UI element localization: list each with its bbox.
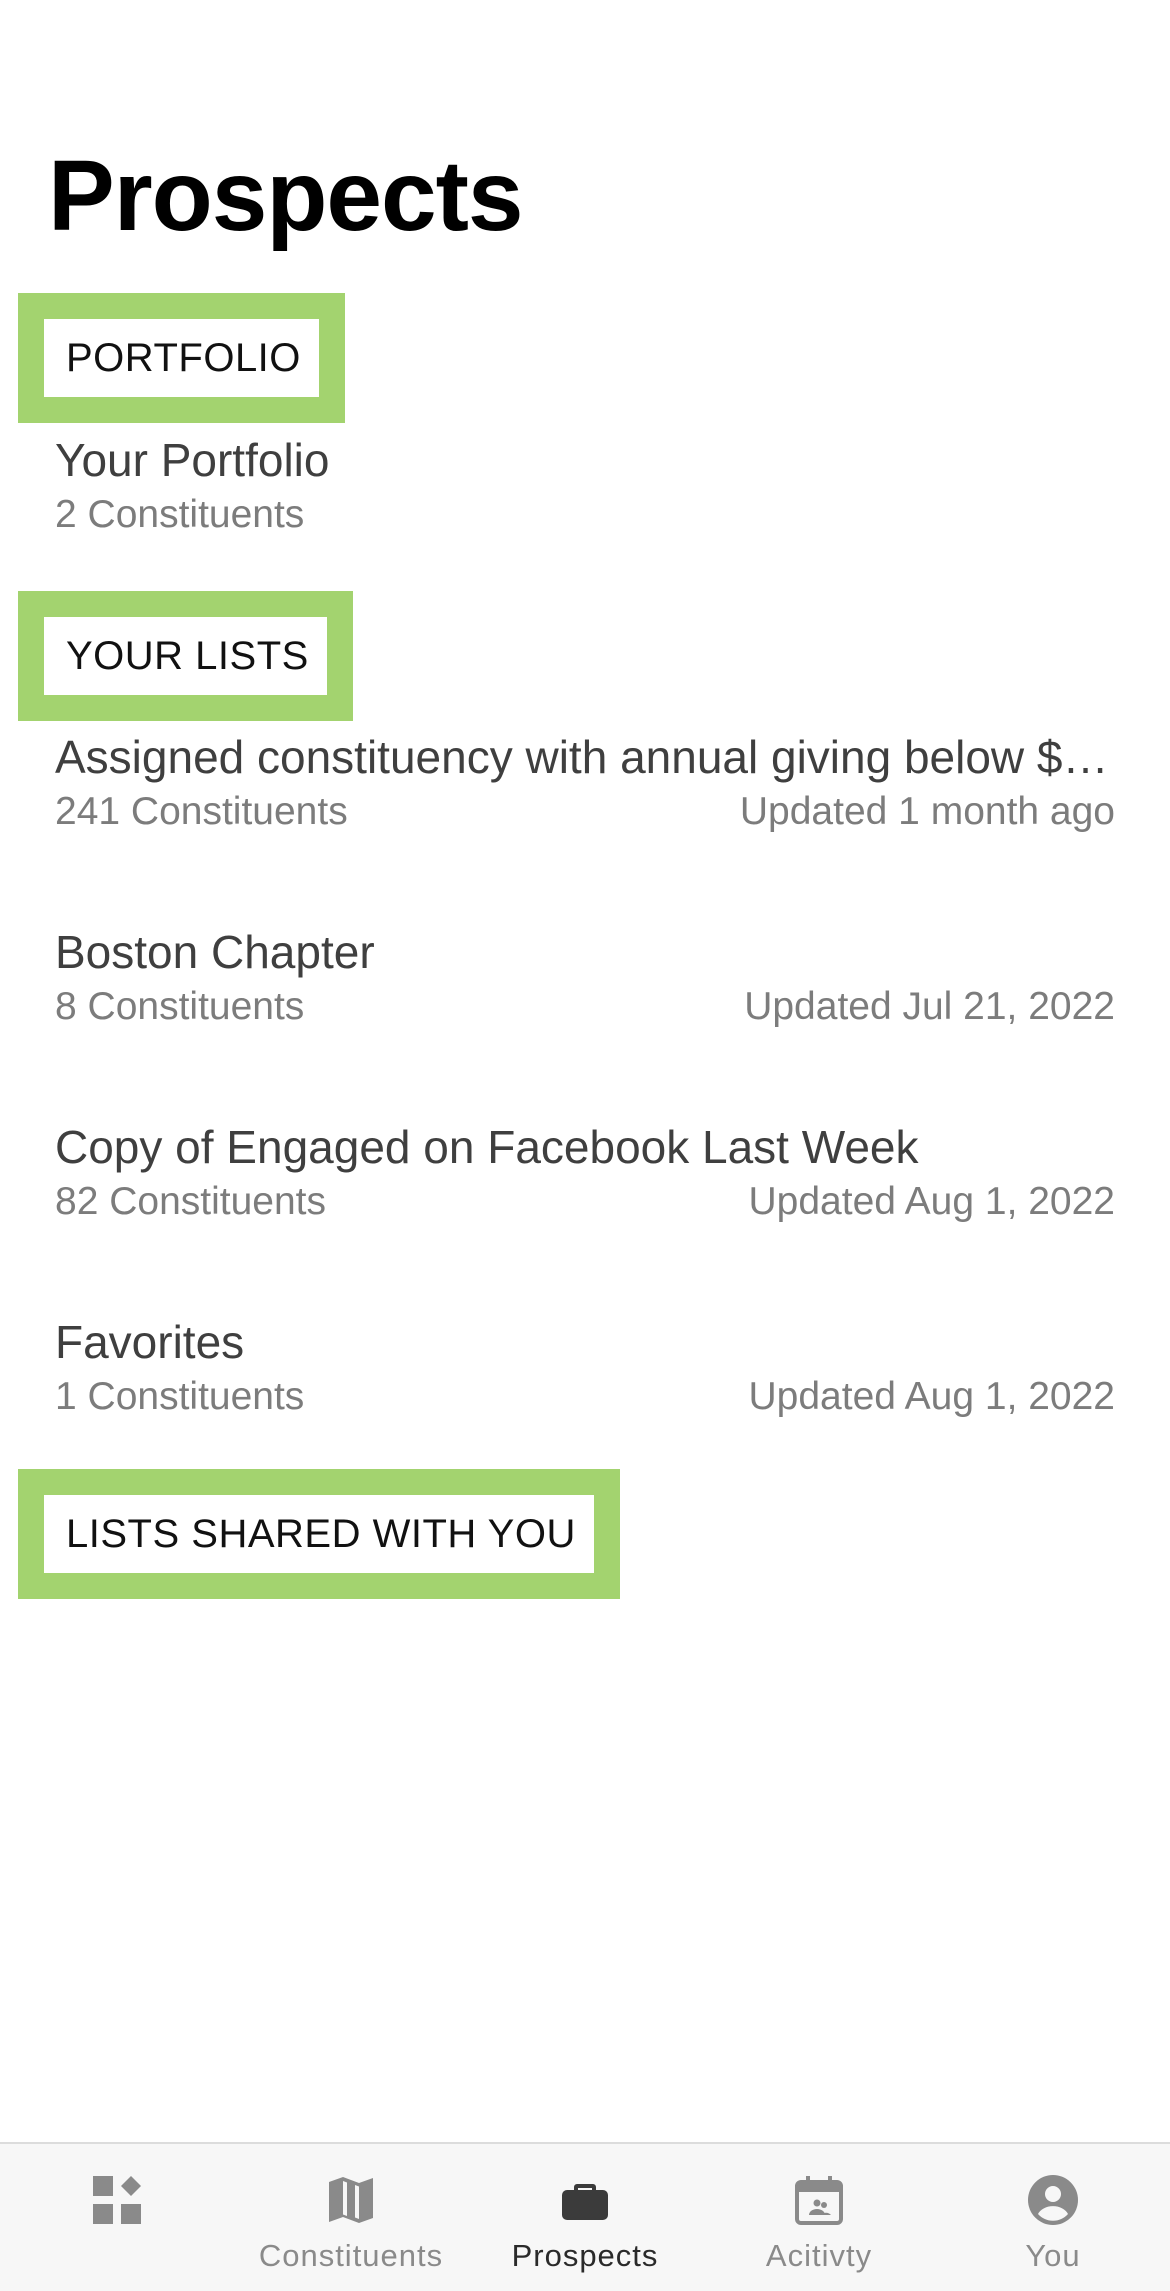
section-label-shared: LISTS SHARED WITH YOU: [66, 1511, 576, 1556]
list-item-updated: Updated 1 month ago: [739, 790, 1115, 834]
list-item-updated: Updated Jul 21, 2022: [744, 985, 1115, 1029]
list-item-title: Boston Chapter: [55, 926, 375, 978]
tab-constituents[interactable]: Constituents: [234, 2144, 468, 2291]
list-item-count: 82 Constituents: [55, 1180, 327, 1224]
tab-prospects[interactable]: Prospects: [468, 2144, 702, 2291]
tab-label: Prospects: [511, 2238, 659, 2273]
section-header-portfolio: PORTFOLIO: [18, 293, 345, 423]
list-item-your-portfolio[interactable]: Your Portfolio 2 Constituents: [55, 433, 1115, 539]
list-item[interactable]: Assigned constituency with annual giving…: [55, 730, 1115, 836]
tab-label: You: [1025, 2238, 1081, 2273]
page-title: Prospects: [48, 140, 524, 252]
list-item-title: Copy of Engaged on Facebook Last Week: [55, 1121, 919, 1173]
list-item-count: 2 Constituents: [55, 493, 305, 537]
section-label-portfolio: PORTFOLIO: [66, 335, 301, 380]
tab-bar: Constituents Prospects Acitivty You: [0, 2142, 1170, 2291]
tab-dashboard[interactable]: [0, 2144, 234, 2291]
tab-label: Constituents: [258, 2238, 444, 2273]
tab-you[interactable]: You: [936, 2144, 1170, 2291]
map-icon: [329, 2177, 373, 2223]
list-item-title: Favorites: [55, 1316, 245, 1368]
list-item-count: 241 Constituents: [55, 790, 348, 834]
section-header-your-lists: YOUR LISTS: [18, 591, 353, 721]
list-item-title: Assigned constituency with annual giving…: [55, 731, 1115, 783]
list-item[interactable]: Favorites 1 Constituents Updated Aug 1, …: [55, 1315, 1115, 1421]
list-item-count: 8 Constituents: [55, 985, 305, 1029]
list-item[interactable]: Boston Chapter 8 Constituents Updated Ju…: [55, 925, 1115, 1031]
tab-label: Acitivty: [765, 2238, 873, 2273]
section-header-shared: LISTS SHARED WITH YOU: [18, 1469, 620, 1599]
list-item-updated: Updated Aug 1, 2022: [748, 1180, 1115, 1224]
dashboard-icon: [93, 2176, 141, 2224]
list-item[interactable]: Copy of Engaged on Facebook Last Week 82…: [55, 1120, 1115, 1226]
list-item-count: 1 Constituents: [55, 1375, 305, 1419]
person-icon: [1028, 2175, 1078, 2225]
briefcase-icon: [562, 2184, 608, 2220]
list-item-updated: Updated Aug 1, 2022: [748, 1375, 1115, 1419]
tab-activity[interactable]: Acitivty: [702, 2144, 936, 2291]
list-item-title: Your Portfolio: [55, 434, 330, 486]
section-label-your-lists: YOUR LISTS: [66, 633, 309, 678]
calendar-icon: [795, 2176, 843, 2225]
